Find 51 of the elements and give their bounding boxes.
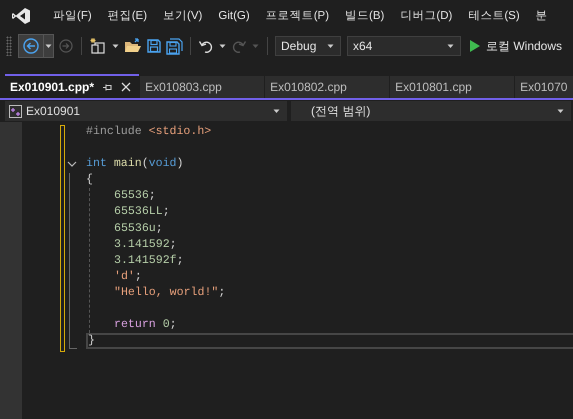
- back-icon: [21, 36, 41, 56]
- code-line: 'd';: [114, 270, 142, 283]
- code-line: return 0;: [114, 318, 177, 332]
- caret-icon[interactable]: [218, 43, 227, 49]
- caret-icon[interactable]: [111, 43, 120, 49]
- caret-icon: [556, 108, 565, 114]
- menu-item[interactable]: 빌드(B): [337, 6, 392, 26]
- code-line: 3.141592f;: [114, 254, 184, 267]
- menu-item[interactable]: 프로젝트(P): [258, 6, 338, 26]
- project-dropdown[interactable]: Ex010901: [5, 101, 287, 121]
- file-tab[interactable]: Ex010802.cpp: [265, 76, 390, 98]
- menu-item[interactable]: 분: [528, 6, 556, 26]
- code-line: 3.141592;: [114, 238, 177, 251]
- scope-dropdown[interactable]: (전역 범위): [291, 101, 571, 121]
- menu-item[interactable]: 보기(V): [155, 6, 210, 26]
- caret-icon[interactable]: [326, 43, 335, 49]
- file-tab[interactable]: Ex010803.cpp: [140, 76, 264, 98]
- pin-icon[interactable]: [102, 82, 114, 92]
- code-line: }: [88, 334, 95, 348]
- platform-dropdown[interactable]: x64: [347, 36, 461, 56]
- collapse-icon[interactable]: [67, 161, 77, 170]
- play-icon: [469, 39, 481, 53]
- code-line: int main(void): [86, 157, 184, 170]
- back-button[interactable]: [18, 34, 54, 58]
- menu-item[interactable]: 편집(E): [100, 6, 156, 26]
- caret-icon[interactable]: [44, 43, 53, 49]
- menu-item[interactable]: Git(G): [210, 6, 258, 26]
- code-line: 65536;: [114, 189, 156, 202]
- code-line: {: [86, 173, 93, 186]
- file-tab[interactable]: Ex01070: [515, 76, 573, 98]
- menu-item[interactable]: 디버그(D): [392, 6, 460, 26]
- caret-icon: [272, 108, 281, 114]
- run-button[interactable]: 로컬 Windows: [469, 38, 562, 54]
- menu-item[interactable]: 파일(F): [45, 6, 100, 26]
- code-line: "Hello, world!";: [114, 286, 226, 299]
- close-icon[interactable]: [121, 82, 132, 92]
- code-line: 65536LL;: [114, 205, 170, 218]
- open-folder-icon[interactable]: [124, 38, 142, 54]
- logo-icon: [11, 7, 31, 25]
- new-project-icon[interactable]: [89, 37, 107, 55]
- scope-name: (전역 범위): [311, 102, 370, 120]
- menu-item[interactable]: 테스트(S): [460, 6, 528, 26]
- save-icon[interactable]: [146, 38, 162, 54]
- project-name: Ex010901: [26, 104, 80, 118]
- code-line: 65536u;: [114, 222, 163, 235]
- project-icon: [9, 104, 22, 118]
- file-tab[interactable]: Ex010801.cpp: [390, 76, 514, 98]
- code-line: #include <stdio.h>: [86, 125, 212, 138]
- configuration-dropdown[interactable]: Debug: [275, 36, 341, 56]
- save-all-icon[interactable]: [166, 38, 183, 54]
- caret-icon[interactable]: [446, 43, 455, 49]
